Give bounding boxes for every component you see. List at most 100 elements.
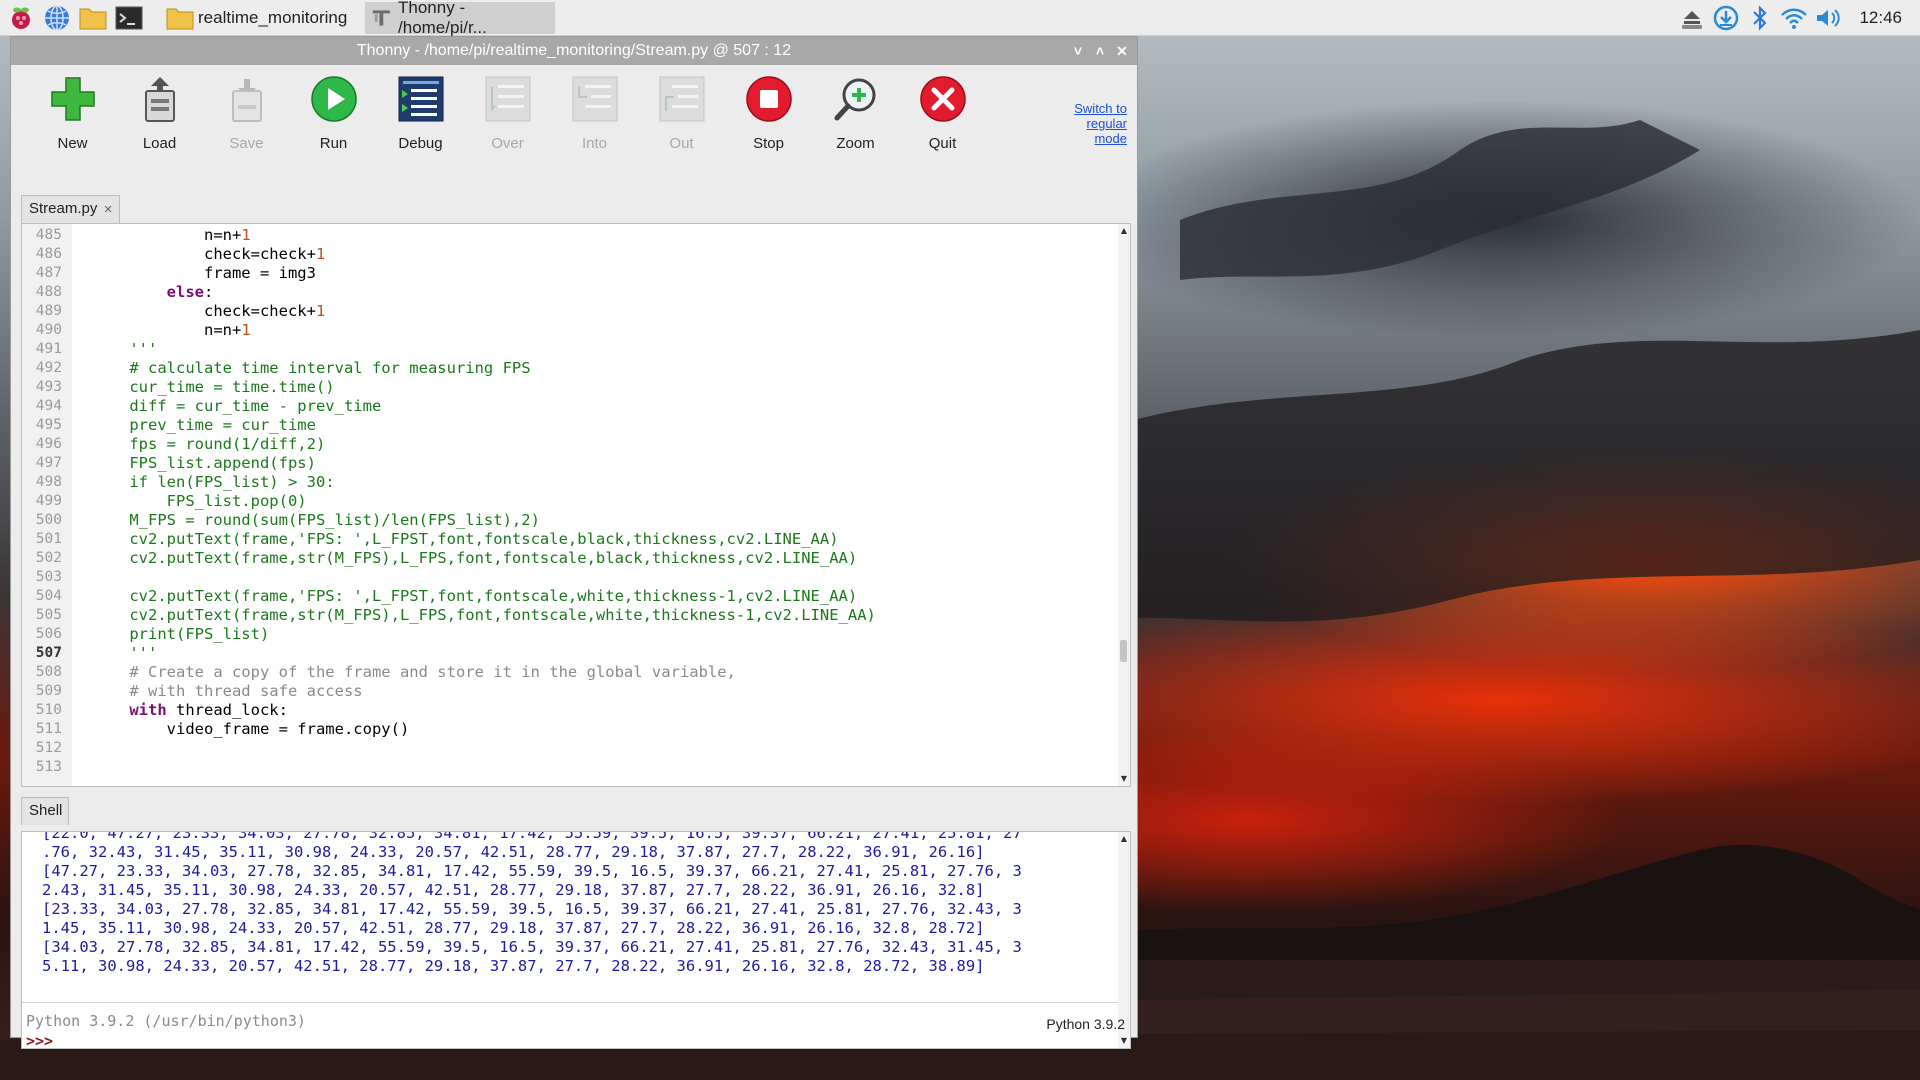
line-code: prev_time = cur_time <box>72 416 316 435</box>
debug-label: Debug <box>398 135 443 152</box>
load-button[interactable]: Load <box>116 65 203 183</box>
line-code: # calculate time interval for measuring … <box>72 359 530 378</box>
code-line[interactable]: 486 check=check+1 <box>22 245 1130 264</box>
code-line[interactable]: 494 diff = cur_time - prev_time <box>22 397 1130 416</box>
code-line[interactable]: 503 <box>22 568 1130 587</box>
code-line[interactable]: 498 if len(FPS_list) > 30: <box>22 473 1130 492</box>
thonny-icon <box>373 9 391 26</box>
code-line[interactable]: 491 ''' <box>22 340 1130 359</box>
line-code: fps = round(1/diff,2) <box>72 435 325 454</box>
maximize-button[interactable]: ˄ <box>1089 39 1111 63</box>
debug-button[interactable]: Debug <box>377 65 464 183</box>
code-line[interactable]: 505 cv2.putText(frame,str(M_FPS),L_FPS,f… <box>22 606 1130 625</box>
line-code: diff = cur_time - prev_time <box>72 397 381 416</box>
editor-scroll-thumb[interactable] <box>1120 640 1127 662</box>
code-line[interactable]: 507 ''' <box>22 644 1130 663</box>
code-token: FPS_list.append(fps) <box>92 454 316 472</box>
code-line[interactable]: 500 M_FPS = round(sum(FPS_list)/len(FPS_… <box>22 511 1130 530</box>
run-button[interactable]: Run <box>290 65 377 183</box>
folder-icon <box>166 8 194 29</box>
minimize-button[interactable]: ˅ <box>1067 39 1089 63</box>
line-number: 492 <box>35 360 62 376</box>
bluetooth-icon[interactable] <box>1743 0 1777 36</box>
code-line[interactable]: 502 cv2.putText(frame,str(M_FPS),L_FPS,f… <box>22 549 1130 568</box>
line-number: 495 <box>35 417 62 433</box>
tab-close-icon[interactable]: ✕ <box>104 204 113 216</box>
shell-divider <box>22 1002 1120 1003</box>
code-line[interactable]: 504 cv2.putText(frame,'FPS: ',L_FPST,fon… <box>22 587 1130 606</box>
raspberry-menu-icon[interactable] <box>6 3 36 33</box>
quit-button[interactable]: Quit <box>899 65 986 183</box>
volume-icon[interactable] <box>1811 0 1845 36</box>
code-line[interactable]: 499 FPS_list.pop(0) <box>22 492 1130 511</box>
taskbar-task-folder[interactable]: realtime_monitoring <box>160 2 353 34</box>
tab-stream-py[interactable]: Stream.py ✕ <box>21 195 120 223</box>
code-line[interactable]: 501 cv2.putText(frame,'FPS: ',L_FPST,fon… <box>22 530 1130 549</box>
code-lines: 485 n=n+1 486 check=check+1 487 frame = im… <box>22 226 1130 777</box>
switch-mode-link[interactable]: Switch to regular mode <box>1074 101 1127 146</box>
clock[interactable]: 12:46 <box>1859 8 1902 28</box>
code-line[interactable]: 509 # with thread safe access <box>22 682 1130 701</box>
code-token: n=n+ <box>92 321 242 339</box>
web-browser-icon[interactable] <box>42 3 72 33</box>
scroll-up-arrow-icon[interactable]: ▲ <box>1119 226 1129 236</box>
zoom-button[interactable]: Zoom <box>812 65 899 183</box>
code-line[interactable]: 508 # Create a copy of the frame and sto… <box>22 663 1130 682</box>
code-token: # with thread safe access <box>92 682 363 700</box>
file-manager-icon[interactable] <box>78 3 108 33</box>
code-token: if len(FPS_list) > 30: <box>92 473 335 491</box>
stop-button[interactable]: Stop <box>725 65 812 183</box>
line-number: 500 <box>35 512 62 528</box>
terminal-icon[interactable] <box>114 3 144 33</box>
line-code: n=n+1 <box>72 226 251 245</box>
line-number: 506 <box>35 626 62 642</box>
code-line[interactable]: 492 # calculate time interval for measur… <box>22 359 1130 378</box>
close-window-button[interactable]: ✕ <box>1111 39 1133 63</box>
shell-scroll-up-arrow-icon[interactable]: ▲ <box>1119 834 1129 844</box>
code-line[interactable]: 511 video_frame = frame.copy() <box>22 720 1130 739</box>
code-line[interactable]: 489 check=check+1 <box>22 302 1130 321</box>
code-editor[interactable]: 485 n=n+1 486 check=check+1 487 frame = im… <box>21 223 1131 787</box>
shell-output-line: [23.33, 34.03, 27.78, 32.85, 34.81, 17.4… <box>42 900 1022 918</box>
code-token: cv2.putText(frame,'FPS: ',L_FPST,font,fo… <box>92 587 858 605</box>
code-line[interactable]: 495 prev_time = cur_time <box>22 416 1130 435</box>
eject-icon[interactable] <box>1675 0 1709 36</box>
code-token: cv2.putText(frame,'FPS: ',L_FPST,font,fo… <box>92 530 839 548</box>
scroll-down-arrow-icon[interactable]: ▼ <box>1119 774 1129 784</box>
step-out-button[interactable]: Out <box>638 65 725 183</box>
code-token: else <box>166 283 204 301</box>
shell-scroll-down-arrow-icon[interactable]: ▼ <box>1119 1036 1129 1046</box>
code-line[interactable]: 485 n=n+1 <box>22 226 1130 245</box>
taskbar-task-thonny[interactable]: Thonny - /home/pi/r... <box>365 0 556 37</box>
interpreter-status[interactable]: Python 3.9.2 <box>1046 1016 1125 1032</box>
line-number: 485 <box>35 227 62 243</box>
save-icon <box>221 73 273 125</box>
update-icon[interactable] <box>1709 0 1743 36</box>
step-into-button[interactable]: Into <box>551 65 638 183</box>
code-line[interactable]: 497 FPS_list.append(fps) <box>22 454 1130 473</box>
line-code: video_frame = frame.copy() <box>72 720 410 739</box>
code-line[interactable]: 490 n=n+1 <box>22 321 1130 340</box>
line-code: with thread_lock: <box>72 701 288 720</box>
window-titlebar[interactable]: Thonny - /home/pi/realtime_monitoring/St… <box>11 37 1137 65</box>
code-line[interactable]: 506 print(FPS_list) <box>22 625 1130 644</box>
code-line[interactable]: 510 with thread_lock: <box>22 701 1130 720</box>
code-line[interactable]: 488 else: <box>22 283 1130 302</box>
step-over-button[interactable]: Over <box>464 65 551 183</box>
editor-vertical-scrollbar[interactable]: ▲ ▼ <box>1118 224 1130 786</box>
wifi-icon[interactable] <box>1777 0 1811 36</box>
tab-shell[interactable]: Shell <box>21 797 70 825</box>
code-token: with <box>92 701 167 719</box>
code-line[interactable]: 493 cur_time = time.time() <box>22 378 1130 397</box>
line-number: 509 <box>35 683 62 699</box>
save-button[interactable]: Save <box>203 65 290 183</box>
new-button[interactable]: New <box>29 65 116 183</box>
quit-icon <box>917 73 969 125</box>
code-line[interactable]: 512 <box>22 739 1130 758</box>
code-line[interactable]: 496 fps = round(1/diff,2) <box>22 435 1130 454</box>
code-line[interactable]: 487 frame = img3 <box>22 264 1130 283</box>
code-line[interactable]: 513 <box>22 758 1130 777</box>
line-number: 508 <box>35 664 62 680</box>
tab-stream-py-label: Stream.py <box>29 200 98 217</box>
code-token: 1 <box>241 321 251 339</box>
